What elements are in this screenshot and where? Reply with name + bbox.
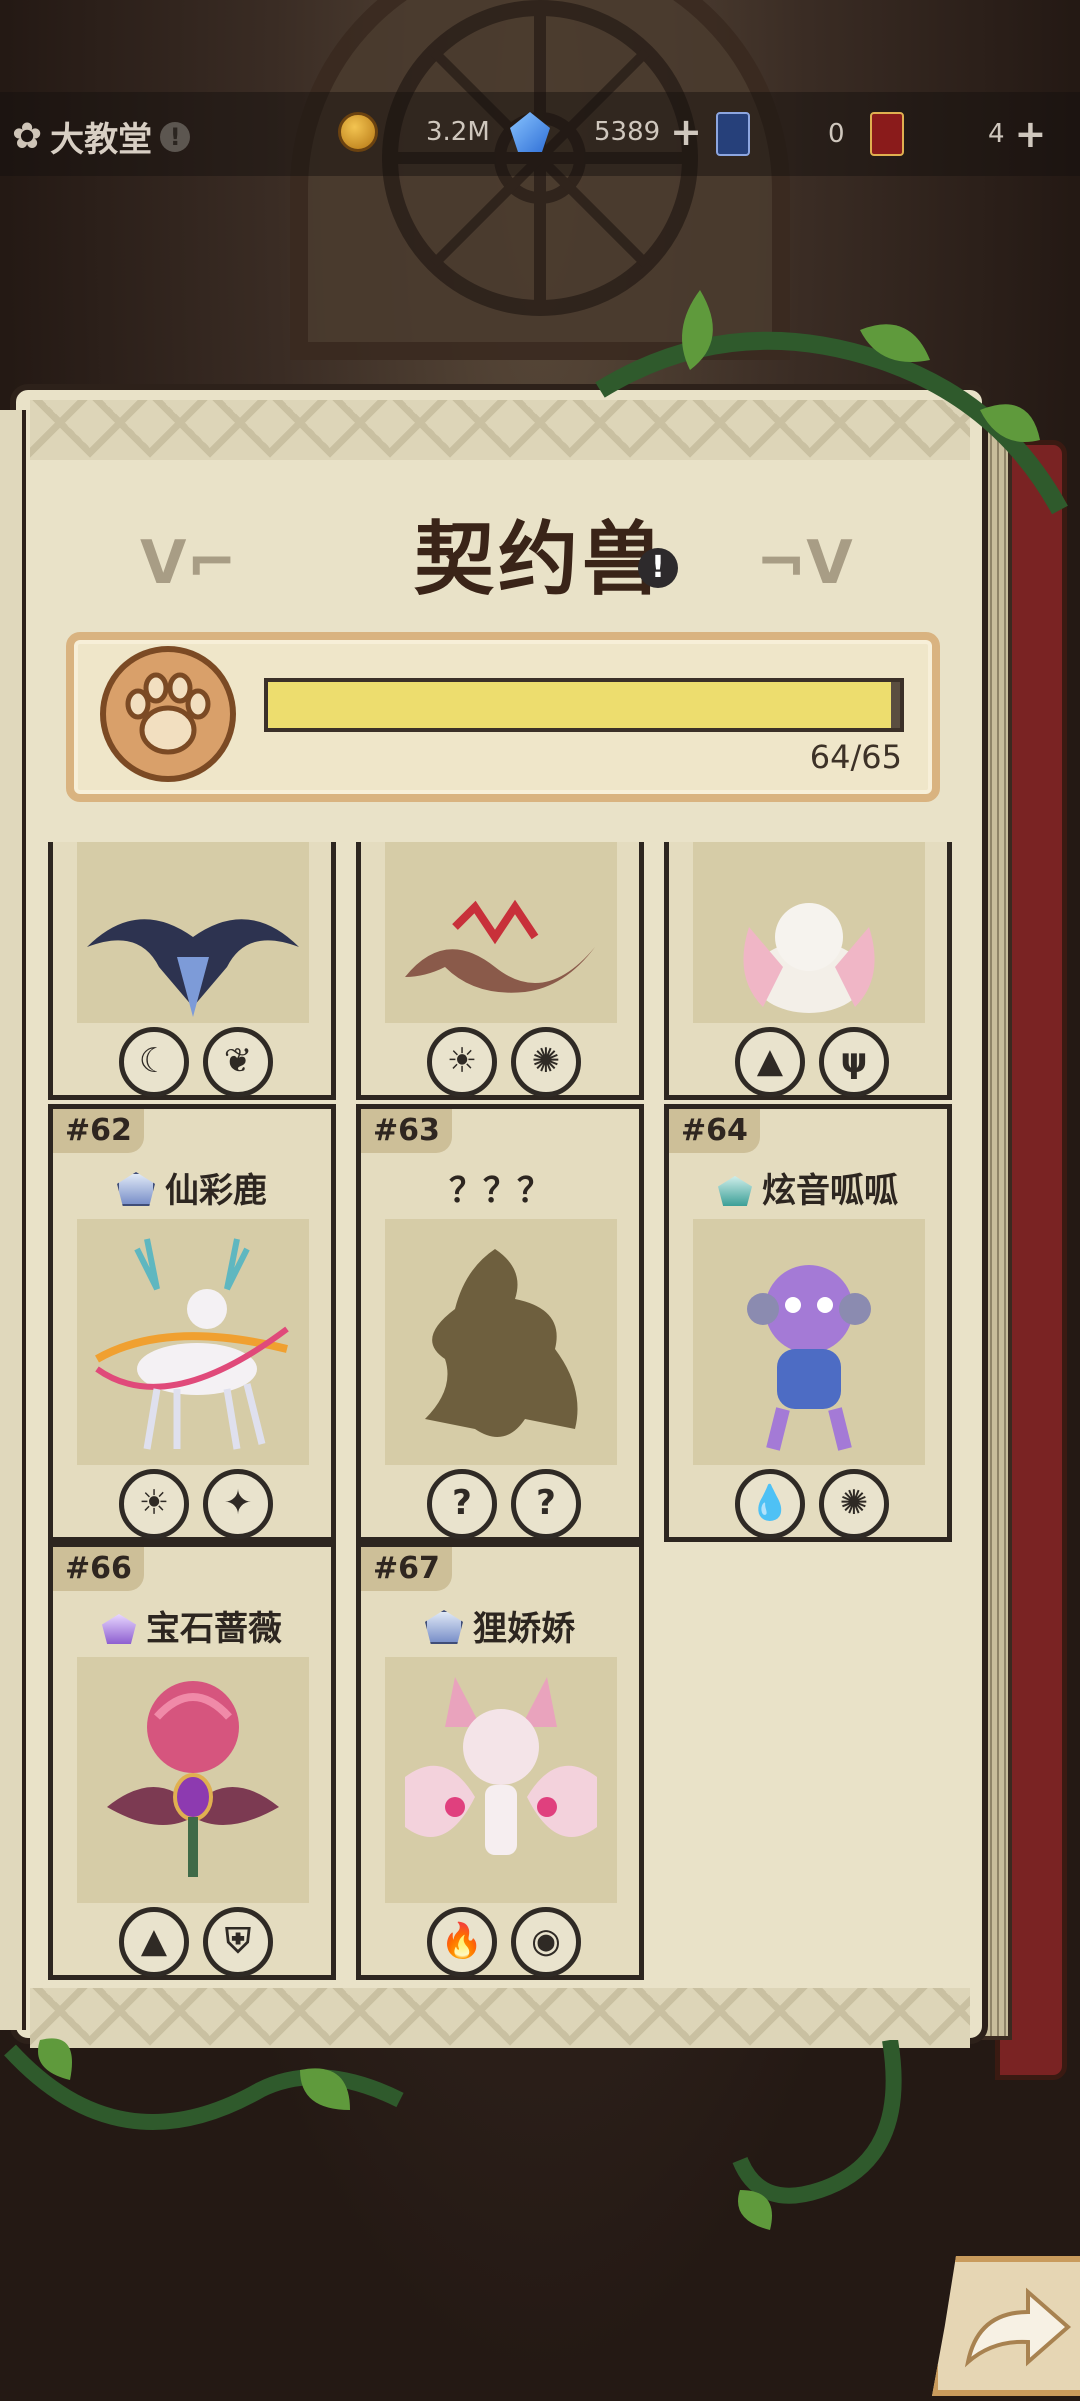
wind-swirl-icon[interactable]: ✺ xyxy=(511,1027,581,1097)
unknown-silhouette-illustration xyxy=(425,1249,578,1437)
card-number: #67 xyxy=(361,1547,452,1591)
question-icon[interactable]: ? xyxy=(511,1469,581,1539)
shield-icon[interactable]: ⛨ xyxy=(203,1907,273,1977)
collection-progress-fill xyxy=(268,682,891,728)
blue-card-ticket-icon xyxy=(716,112,750,156)
water-drop-icon[interactable]: 💧 xyxy=(735,1469,805,1539)
book-left-edge xyxy=(0,410,26,2030)
monster-card-grid: ☾ ❦ ☀ ✺ ▲ ψ #62 仙彩鹿 ☀ ✦ #63 ？？？ ? ? #64 … xyxy=(30,842,970,1982)
moon-icon[interactable]: ☾ xyxy=(119,1027,189,1097)
gold-value: 3.2M xyxy=(426,117,490,147)
monster-card-62[interactable]: #62 仙彩鹿 ☀ ✦ xyxy=(48,1104,336,1542)
rank-crest-icon xyxy=(425,1610,463,1644)
gem-rose-illustration xyxy=(107,1681,279,1877)
flower-icon: ✿ xyxy=(12,116,43,157)
collection-progress-text: 64/65 xyxy=(809,738,902,776)
music-frog-illustration xyxy=(747,1265,871,1451)
rainbow-deer-illustration xyxy=(95,1238,289,1450)
card-name: ？？？ xyxy=(449,1171,551,1211)
add-ticket-button[interactable]: + xyxy=(1015,115,1047,153)
card-number: #66 xyxy=(53,1547,144,1591)
serpent-dragon-illustration xyxy=(405,899,595,993)
dark-griffin-illustration xyxy=(87,919,299,1017)
rank-crest-icon xyxy=(117,1172,155,1206)
location-label: ✿ 大教堂 ! xyxy=(12,112,191,161)
card-name: 宝石蔷薇 xyxy=(53,1601,331,1650)
monster-card-64[interactable]: #64 炫音呱呱 💧 ✺ xyxy=(664,1104,952,1542)
wind-swirl-icon[interactable]: ✺ xyxy=(819,1469,889,1539)
curved-arrow-icon xyxy=(964,2287,1072,2368)
red-ticket-value: 4 xyxy=(988,119,1005,149)
paw-emblem-icon xyxy=(100,646,236,782)
title-info-icon[interactable]: ! xyxy=(638,548,678,588)
blue-ticket-resource: 0 xyxy=(716,112,845,156)
sprout-icon[interactable]: ψ xyxy=(819,1027,889,1097)
monster-card-66[interactable]: #66 宝石蔷薇 ▲ ⛨ xyxy=(48,1542,336,1980)
question-icon[interactable]: ? xyxy=(427,1469,497,1539)
red-card-ticket-icon xyxy=(870,112,904,156)
top-vine-decoration xyxy=(595,290,1068,515)
blue-ticket-value: 0 xyxy=(828,119,845,149)
leaf-icon[interactable]: ❦ xyxy=(203,1027,273,1097)
red-ticket-resource: 4 + xyxy=(870,112,1046,156)
location-info-icon[interactable]: ! xyxy=(160,121,191,152)
monster-card-67[interactable]: #67 狸娇娇 🔥 ◉ xyxy=(356,1542,644,1980)
rank-crest-icon xyxy=(718,1176,752,1206)
bottom-right-vine-decoration xyxy=(732,2040,902,2230)
earth-rock-icon[interactable]: ▲ xyxy=(119,1907,189,1977)
gold-coin-icon xyxy=(338,112,378,152)
card-name: 狸娇娇 xyxy=(361,1601,639,1650)
add-gem-button[interactable]: + xyxy=(670,113,702,151)
blue-gem-icon xyxy=(510,112,550,152)
card-number: #64 xyxy=(669,1109,760,1153)
next-page-button[interactable] xyxy=(932,2256,1080,2396)
rank-crest-icon xyxy=(102,1614,136,1644)
monster-card[interactable]: ▲ ψ xyxy=(664,842,952,1100)
gem-resource: 5389 + xyxy=(510,112,702,152)
earth-rock-icon[interactable]: ▲ xyxy=(735,1027,805,1097)
fox-girl-illustration xyxy=(405,1677,597,1855)
card-name: 炫音呱呱 xyxy=(669,1163,947,1212)
star-compass-icon[interactable]: ✦ xyxy=(203,1469,273,1539)
collection-progress-bar xyxy=(264,678,904,732)
sun-icon[interactable]: ☀ xyxy=(427,1027,497,1097)
fire-icon[interactable]: 🔥 xyxy=(427,1907,497,1977)
spirit-icon[interactable]: ◉ xyxy=(511,1907,581,1977)
monster-card[interactable]: ☾ ❦ xyxy=(48,842,336,1100)
location-name: 大教堂 xyxy=(50,120,153,160)
bottom-left-vine-decoration xyxy=(4,2038,404,2130)
card-number: #62 xyxy=(53,1109,144,1153)
sun-icon[interactable]: ☀ xyxy=(119,1469,189,1539)
gold-resource: 3.2M xyxy=(338,112,490,152)
gem-value: 5389 xyxy=(594,117,661,147)
monster-card-63[interactable]: #63 ？？？ ? ? xyxy=(356,1104,644,1542)
white-furball-illustration xyxy=(743,903,875,1013)
card-name: 仙彩鹿 xyxy=(53,1163,331,1212)
card-number: #63 xyxy=(361,1109,452,1153)
monster-card[interactable]: ☀ ✺ xyxy=(356,842,644,1100)
